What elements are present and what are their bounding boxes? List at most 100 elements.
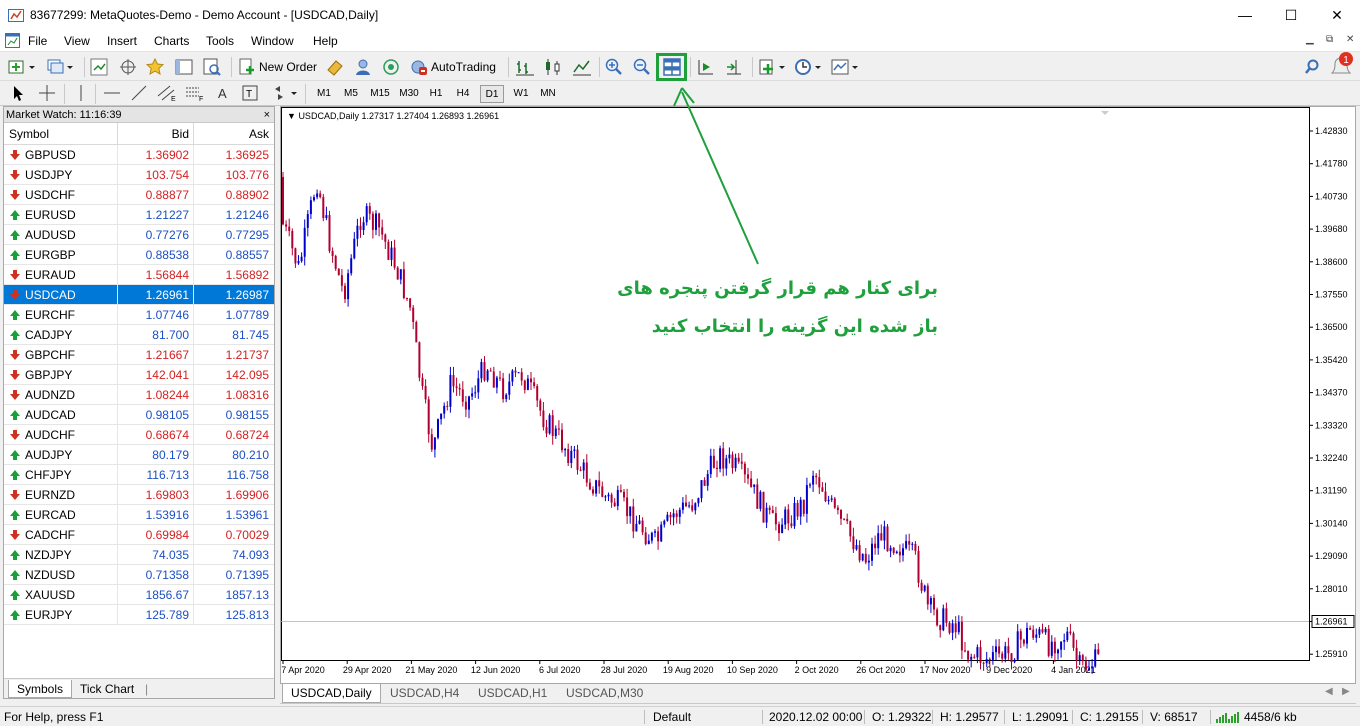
market-watch-row[interactable]: EURJPY 125.789 125.813 bbox=[4, 605, 274, 625]
signals-button[interactable] bbox=[382, 56, 400, 78]
market-watch-row[interactable]: USDCHF 0.88877 0.88902 bbox=[4, 185, 274, 205]
market-watch-row[interactable]: AUDUSD 0.77276 0.77295 bbox=[4, 225, 274, 245]
minimize-button[interactable]: — bbox=[1222, 0, 1268, 31]
chart-dropdown-icon[interactable]: ▼ bbox=[287, 111, 296, 121]
menu-file[interactable]: File bbox=[28, 34, 47, 48]
zoom-in-button[interactable] bbox=[605, 56, 623, 78]
new-order-button[interactable]: New Order bbox=[238, 56, 317, 78]
crosshair-tool[interactable] bbox=[38, 82, 56, 104]
mdi-minimize-button[interactable]: ▁ bbox=[1306, 34, 1314, 45]
templates-button[interactable] bbox=[831, 56, 859, 78]
bar-chart-button[interactable] bbox=[515, 56, 535, 78]
timeframe-h4[interactable]: H4 bbox=[453, 85, 473, 103]
menu-tools[interactable]: Tools bbox=[206, 34, 234, 48]
vertical-line-tool[interactable] bbox=[75, 82, 87, 104]
column-ask[interactable]: Ask bbox=[194, 123, 274, 144]
market-watch-row[interactable]: EURCHF 1.07746 1.07789 bbox=[4, 305, 274, 325]
tab-scroll-left-icon[interactable]: ◀ bbox=[1325, 686, 1333, 697]
menu-insert[interactable]: Insert bbox=[107, 34, 137, 48]
timeframe-mn[interactable]: MN bbox=[536, 85, 560, 103]
candle-body bbox=[861, 553, 864, 561]
line-chart-button[interactable] bbox=[572, 56, 592, 78]
column-symbol[interactable]: Symbol bbox=[4, 123, 118, 144]
market-watch-row[interactable]: CADJPY 81.700 81.745 bbox=[4, 325, 274, 345]
new-chart-button[interactable] bbox=[8, 56, 36, 78]
market-watch-row[interactable]: CADCHF 0.69984 0.70029 bbox=[4, 525, 274, 545]
chart-tab-usdcad-h1[interactable]: USDCAD,H1 bbox=[470, 684, 555, 703]
menu-charts[interactable]: Charts bbox=[154, 34, 189, 48]
market-watch-row[interactable]: GBPUSD 1.36902 1.36925 bbox=[4, 145, 274, 165]
market-watch-row[interactable]: EURAUD 1.56844 1.56892 bbox=[4, 265, 274, 285]
autoscroll-button[interactable] bbox=[724, 56, 744, 78]
menu-window[interactable]: Window bbox=[251, 34, 294, 48]
maximize-button[interactable]: ☐ bbox=[1268, 0, 1314, 31]
chart-window[interactable]: 1.42830 1.41780 1.40730 1.39680 1.38600 1.375… bbox=[280, 106, 1356, 684]
market-watch-row[interactable]: USDCAD 1.26961 1.26987 bbox=[4, 285, 274, 305]
timeframe-w1[interactable]: W1 bbox=[510, 85, 532, 103]
mdi-close-button[interactable]: ✕ bbox=[1346, 34, 1354, 45]
timeframe-m15[interactable]: M15 bbox=[367, 85, 393, 103]
autotrading-button[interactable]: AutoTrading bbox=[410, 56, 496, 78]
mdi-restore-button[interactable]: ⧉ bbox=[1326, 34, 1333, 45]
timeframe-m5[interactable]: M5 bbox=[340, 85, 362, 103]
timeframe-d1[interactable]: D1 bbox=[480, 85, 504, 103]
price-chart[interactable]: 1.42830 1.41780 1.40730 1.39680 1.38600 1.375… bbox=[281, 107, 1355, 683]
market-watch-row[interactable]: NZDJPY 74.035 74.093 bbox=[4, 545, 274, 565]
menu-view[interactable]: View bbox=[64, 34, 90, 48]
candlestick-chart-button[interactable] bbox=[543, 56, 563, 78]
market-watch-row[interactable]: CHFJPY 116.713 116.758 bbox=[4, 465, 274, 485]
market-watch-row[interactable]: EURCAD 1.53916 1.53961 bbox=[4, 505, 274, 525]
text-label-tool[interactable]: T bbox=[242, 82, 258, 104]
community-button[interactable] bbox=[354, 56, 372, 78]
arrows-tool[interactable] bbox=[271, 82, 299, 104]
market-watch-row[interactable]: XAUUSD 1856.67 1857.13 bbox=[4, 585, 274, 605]
chart-shift-button[interactable] bbox=[696, 56, 716, 78]
chart-tab-usdcad-daily[interactable]: USDCAD,Daily bbox=[282, 684, 381, 703]
tile-windows-button[interactable] bbox=[656, 53, 687, 81]
market-watch-row[interactable]: AUDNZD 1.08244 1.08316 bbox=[4, 385, 274, 405]
fibonacci-tool[interactable]: F bbox=[185, 82, 205, 104]
data-window-button[interactable] bbox=[119, 56, 137, 78]
trendline-tool[interactable] bbox=[130, 82, 148, 104]
strategy-tester-button[interactable] bbox=[203, 56, 221, 78]
zoom-out-button[interactable] bbox=[633, 56, 651, 78]
candle-body bbox=[474, 392, 477, 394]
equidistant-channel-tool[interactable]: E bbox=[157, 82, 177, 104]
terminal-button[interactable] bbox=[175, 56, 193, 78]
notifications-button[interactable]: 1 bbox=[1328, 52, 1356, 75]
market-watch-row[interactable]: GBPJPY 142.041 142.095 bbox=[4, 365, 274, 385]
tab-symbols[interactable]: Symbols bbox=[8, 680, 72, 698]
cursor-tool[interactable] bbox=[10, 82, 26, 104]
search-button[interactable] bbox=[1304, 56, 1320, 78]
profiles-button[interactable] bbox=[46, 56, 74, 78]
chart-tab-usdcad-m30[interactable]: USDCAD,M30 bbox=[558, 684, 651, 703]
market-watch-row[interactable]: EURGBP 0.88538 0.88557 bbox=[4, 245, 274, 265]
tab-tick-chart[interactable]: Tick Chart bbox=[80, 680, 134, 698]
text-tool[interactable]: A bbox=[216, 82, 230, 104]
metaeditor-button[interactable] bbox=[326, 56, 344, 78]
market-watch-row[interactable]: AUDJPY 80.179 80.210 bbox=[4, 445, 274, 465]
periods-button[interactable] bbox=[794, 56, 822, 78]
market-watch-close-button[interactable]: × bbox=[264, 107, 270, 123]
chart-tab-usdcad-h4[interactable]: USDCAD,H4 bbox=[382, 684, 467, 703]
market-watch-row[interactable]: NZDUSD 0.71358 0.71395 bbox=[4, 565, 274, 585]
market-watch-row[interactable]: AUDCAD 0.98105 0.98155 bbox=[4, 405, 274, 425]
timeframe-m30[interactable]: M30 bbox=[396, 85, 422, 103]
market-watch-row[interactable]: EURNZD 1.69803 1.69906 bbox=[4, 485, 274, 505]
navigator-button[interactable] bbox=[146, 56, 164, 78]
horizontal-line-tool[interactable] bbox=[103, 82, 121, 104]
menu-help[interactable]: Help bbox=[313, 34, 338, 48]
market-watch-button[interactable] bbox=[90, 56, 108, 78]
market-watch-row[interactable]: AUDCHF 0.68674 0.68724 bbox=[4, 425, 274, 445]
close-button[interactable]: ✕ bbox=[1314, 0, 1360, 31]
market-watch-row[interactable]: USDJPY 103.754 103.776 bbox=[4, 165, 274, 185]
tab-scroll-right-icon[interactable]: ▶ bbox=[1342, 686, 1350, 697]
indicators-button[interactable] bbox=[758, 56, 786, 78]
market-watch-row[interactable]: EURUSD 1.21227 1.21246 bbox=[4, 205, 274, 225]
market-watch-row[interactable]: GBPCHF 1.21667 1.21737 bbox=[4, 345, 274, 365]
candle-body bbox=[998, 646, 1001, 654]
column-bid[interactable]: Bid bbox=[118, 123, 194, 144]
annotation-arrow bbox=[673, 87, 759, 265]
timeframe-m1[interactable]: M1 bbox=[313, 85, 335, 103]
timeframe-h1[interactable]: H1 bbox=[426, 85, 446, 103]
